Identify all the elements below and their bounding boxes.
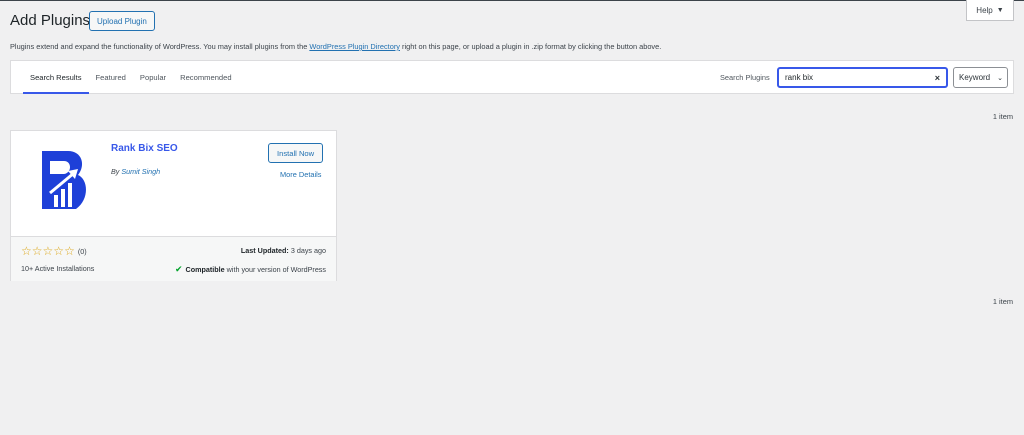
last-updated: Last Updated: 3 days ago	[241, 246, 326, 255]
help-label: Help	[976, 5, 993, 15]
tab-featured[interactable]: Featured	[89, 61, 133, 94]
checkmark-icon: ✔	[174, 264, 183, 274]
install-now-button[interactable]: Install Now	[268, 143, 324, 163]
star-empty-icon: ☆	[64, 244, 75, 258]
search-type-select[interactable]: Keyword ⌄	[953, 67, 1008, 88]
search-plugins-input[interactable]: rank bix ×	[777, 67, 948, 88]
intro-text-before: Plugins extend and expand the functional…	[10, 42, 310, 51]
star-empty-icon: ☆	[21, 244, 32, 258]
rating-count: (0)	[77, 246, 87, 256]
plugin-author: By Sumit Singh	[111, 167, 160, 176]
compatible-rest: with your version of WordPress	[224, 265, 326, 274]
plugin-filter-bar: Search Results Featured Popular Recommen…	[10, 60, 1014, 94]
star-rating: ☆ ☆ ☆ ☆ ☆ (0)	[21, 245, 87, 257]
tab-search-results[interactable]: Search Results	[23, 61, 89, 94]
plugin-card-bottom: ☆ ☆ ☆ ☆ ☆ (0) 10+ Active Installations L…	[11, 236, 336, 281]
author-prefix: By	[111, 167, 122, 176]
clear-search-icon[interactable]: ×	[935, 73, 940, 83]
more-details-link[interactable]: More Details	[280, 170, 321, 179]
page-title: Add Plugins	[10, 12, 91, 29]
search-type-value: Keyword	[959, 73, 991, 82]
active-installations: 10+ Active Installations	[21, 264, 95, 273]
last-updated-label: Last Updated:	[240, 246, 289, 255]
plugin-tabs: Search Results Featured Popular Recommen…	[23, 61, 239, 94]
top-border	[0, 0, 1024, 1]
results-count-bottom: 1 item	[992, 297, 1013, 306]
star-empty-icon: ☆	[53, 244, 65, 258]
plugin-logo-icon[interactable]	[24, 143, 101, 220]
search-plugins-label: Search Plugins	[720, 73, 770, 82]
tab-recommended[interactable]: Recommended	[173, 61, 239, 94]
plugin-name-link[interactable]: Rank Bix SEO	[111, 143, 178, 154]
upload-plugin-button[interactable]: Upload Plugin	[89, 11, 155, 31]
author-link[interactable]: Sumit Singh	[121, 167, 160, 176]
intro-text: Plugins extend and expand the functional…	[10, 42, 661, 51]
plugin-card: Rank Bix SEO By Sumit Singh Install Now …	[10, 130, 337, 281]
compatible-label: Compatible	[185, 265, 225, 274]
tab-popular[interactable]: Popular	[133, 61, 173, 94]
star-empty-icon: ☆	[42, 244, 54, 258]
rank-bix-logo-icon	[42, 151, 86, 209]
chevron-down-icon: ⌄	[997, 74, 1003, 82]
plugin-card-top: Rank Bix SEO By Sumit Singh Install Now …	[11, 131, 336, 236]
compatibility: ✔ Compatible with your version of WordPr…	[175, 264, 326, 275]
star-empty-icon: ☆	[31, 244, 43, 258]
last-updated-value: 3 days ago	[288, 246, 326, 255]
intro-text-after: right on this page, or upload a plugin i…	[400, 42, 662, 51]
results-count-top: 1 item	[992, 112, 1013, 121]
help-tab-button[interactable]: Help ▼	[966, 0, 1014, 21]
search-value: rank bix	[785, 73, 814, 82]
plugin-directory-link[interactable]: WordPress Plugin Directory	[309, 42, 400, 51]
caret-down-icon: ▼	[996, 6, 1004, 14]
